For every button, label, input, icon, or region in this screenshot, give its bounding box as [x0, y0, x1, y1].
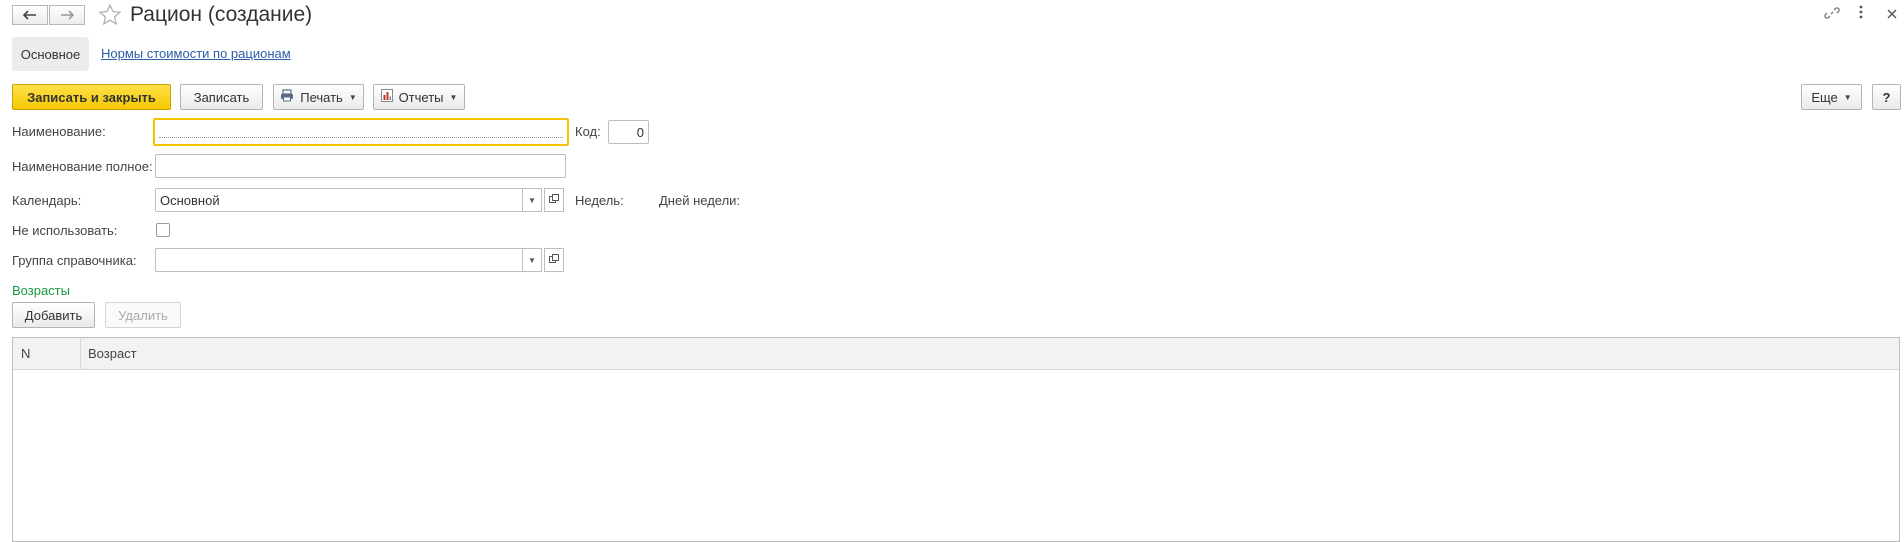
notuse-label: Не использовать:	[12, 223, 118, 238]
reports-button[interactable]: Отчеты ▼	[373, 84, 465, 110]
column-header-n[interactable]: N	[21, 338, 30, 369]
table-header: N Возраст	[13, 338, 1899, 370]
report-icon	[380, 89, 393, 105]
calendar-open-button[interactable]	[544, 188, 564, 212]
delete-label: Удалить	[118, 307, 168, 323]
reports-label: Отчеты	[398, 89, 444, 105]
ages-table[interactable]: N Возраст	[12, 337, 1900, 542]
forward-button[interactable]	[49, 5, 85, 25]
help-button[interactable]: ?	[1872, 84, 1901, 110]
delete-button[interactable]: Удалить	[105, 302, 181, 328]
code-field[interactable]: 0	[608, 120, 649, 144]
star-icon[interactable]	[98, 3, 122, 30]
calendar-dropdown-button[interactable]: ▼	[522, 188, 542, 212]
calendar-value: Основной	[160, 192, 220, 208]
column-divider	[80, 338, 81, 369]
fullname-label: Наименование полное:	[12, 159, 153, 174]
weeks-label: Недель:	[575, 193, 624, 208]
add-button[interactable]: Добавить	[12, 302, 95, 328]
save-button[interactable]: Записать	[180, 84, 263, 110]
more-vertical-icon[interactable]	[1858, 5, 1864, 24]
code-value: 0	[636, 124, 644, 140]
group-open-button[interactable]	[544, 248, 564, 272]
group-field[interactable]	[155, 248, 525, 272]
code-label: Код:	[575, 124, 601, 139]
help-label: ?	[1882, 89, 1891, 105]
ages-section-title: Возрасты	[12, 283, 70, 298]
add-label: Добавить	[24, 307, 83, 323]
name-field[interactable]	[153, 118, 569, 146]
group-dropdown-button[interactable]: ▼	[522, 248, 542, 272]
page-title: Рацион (создание)	[130, 3, 313, 26]
chevron-down-icon: ▼	[449, 92, 458, 102]
chevron-down-icon: ▼	[1843, 92, 1852, 102]
open-item-icon	[549, 194, 559, 206]
name-field-underline	[159, 137, 563, 138]
name-label: Наименование:	[12, 124, 106, 139]
chevron-down-icon: ▼	[528, 255, 536, 265]
save-and-close-button[interactable]: Записать и закрыть	[12, 84, 171, 110]
print-button[interactable]: Печать ▼	[273, 84, 364, 110]
printer-icon	[280, 89, 294, 105]
fullname-field[interactable]	[155, 154, 566, 178]
column-header-age[interactable]: Возраст	[88, 338, 137, 369]
close-icon[interactable]	[1887, 6, 1897, 24]
calendar-field[interactable]: Основной	[155, 188, 525, 212]
back-button[interactable]	[12, 5, 48, 25]
tab-main[interactable]: Основное	[12, 37, 89, 71]
calendar-label: Календарь:	[12, 193, 82, 208]
more-button[interactable]: Еще ▼	[1801, 84, 1862, 110]
open-item-icon	[549, 254, 559, 266]
chevron-down-icon: ▼	[528, 195, 536, 205]
back-arrow-icon	[22, 7, 37, 23]
forward-arrow-icon	[60, 7, 75, 23]
group-label: Группа справочника:	[12, 253, 137, 268]
notuse-checkbox[interactable]	[156, 223, 170, 237]
weekdays-label: Дней недели:	[659, 193, 741, 208]
save-label: Записать	[193, 89, 250, 105]
chevron-down-icon: ▼	[348, 92, 357, 102]
print-label: Печать	[300, 89, 343, 105]
more-label: Еще	[1811, 89, 1838, 105]
link-icon[interactable]	[1824, 5, 1840, 26]
save-and-close-label: Записать и закрыть	[27, 89, 156, 105]
tab-cost-norms-link[interactable]: Нормы стоимости по рационам	[101, 46, 291, 61]
